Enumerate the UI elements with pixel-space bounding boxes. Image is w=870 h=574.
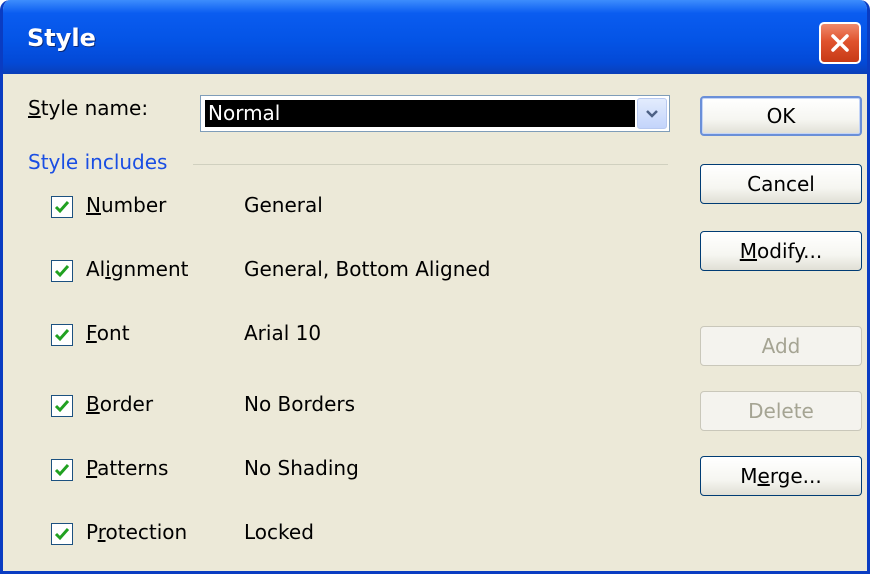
modify-button[interactable]: Modify... xyxy=(700,231,862,271)
title-bar[interactable]: Style xyxy=(3,0,867,74)
cancel-button[interactable]: Cancel xyxy=(700,164,862,204)
style-includes-group-label: Style includes xyxy=(28,150,168,174)
style-name-dropdown-button[interactable] xyxy=(637,98,667,129)
style-include-checkbox[interactable] xyxy=(51,523,73,545)
style-include-name[interactable]: Protection xyxy=(86,520,187,544)
group-divider xyxy=(193,164,668,165)
style-include-value: No Borders xyxy=(244,392,356,416)
ok-button[interactable]: OK xyxy=(700,96,862,136)
style-include-name[interactable]: Number xyxy=(86,193,166,217)
style-include-checkbox[interactable] xyxy=(51,260,73,282)
checkmark-icon xyxy=(54,265,70,278)
merge-button[interactable]: Me rge... xyxy=(700,456,862,496)
checkmark-icon xyxy=(54,528,70,541)
add-button[interactable]: Add xyxy=(700,326,862,366)
style-include-value: General, Bottom Aligned xyxy=(244,257,491,281)
style-include-value: No Shading xyxy=(244,456,359,480)
style-include-name[interactable]: Alignment xyxy=(86,257,189,281)
style-include-name[interactable]: Border xyxy=(86,392,153,416)
checkmark-icon xyxy=(54,329,70,342)
style-dialog: Style Style name: Normal Style includes … xyxy=(0,0,870,574)
style-include-checkbox[interactable] xyxy=(51,196,73,218)
delete-button[interactable]: Delete xyxy=(700,391,862,431)
style-name-combobox[interactable]: Normal xyxy=(200,95,670,132)
style-name-value[interactable]: Normal xyxy=(205,100,635,127)
close-icon xyxy=(831,34,849,52)
style-include-value: Arial 10 xyxy=(244,321,322,345)
style-include-name[interactable]: Patterns xyxy=(86,456,168,480)
checkmark-icon xyxy=(54,464,70,477)
style-include-value: General xyxy=(244,193,323,217)
style-include-name[interactable]: Font xyxy=(86,321,130,345)
checkmark-icon xyxy=(54,400,70,413)
style-include-checkbox[interactable] xyxy=(51,459,73,481)
style-name-label: Style name: xyxy=(28,96,149,120)
dialog-title: Style xyxy=(27,24,96,52)
style-include-value: Locked xyxy=(244,520,314,544)
checkmark-icon xyxy=(54,201,70,214)
style-include-checkbox[interactable] xyxy=(51,324,73,346)
close-button[interactable] xyxy=(819,22,861,64)
style-include-checkbox[interactable] xyxy=(51,395,73,417)
chevron-down-icon xyxy=(646,109,658,118)
